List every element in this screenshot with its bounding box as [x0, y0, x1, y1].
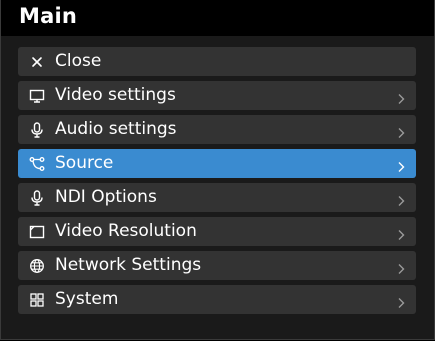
menu-item-network-settings[interactable]: Network Settings	[18, 251, 416, 280]
chevron-right-icon	[397, 294, 405, 308]
menu-item-video-resolution[interactable]: Video Resolution	[18, 217, 416, 246]
menu-list: Close Video settings Audio settings Sour…	[18, 47, 416, 319]
menu-item-source[interactable]: Source	[18, 149, 416, 178]
globe-icon	[29, 258, 45, 274]
title-bar: Main	[1, 0, 434, 36]
menu-item-label: Network Settings	[55, 255, 202, 275]
chevron-right-icon	[397, 158, 405, 172]
menu-item-close[interactable]: Close	[18, 47, 416, 76]
chevron-right-icon	[397, 124, 405, 138]
menu-item-label: Video Resolution	[55, 221, 197, 241]
resolution-icon	[29, 224, 45, 240]
grid-icon	[29, 292, 45, 308]
microphone-icon	[29, 122, 45, 138]
menu-item-label: System	[55, 289, 119, 309]
main-menu-panel: Main Close Video settings Audio settings…	[0, 0, 435, 340]
menu-item-label: Video settings	[55, 85, 176, 105]
menu-item-video-settings[interactable]: Video settings	[18, 81, 416, 110]
menu-item-system[interactable]: System	[18, 285, 416, 314]
chevron-right-icon	[397, 226, 405, 240]
monitor-icon	[29, 88, 45, 104]
close-icon	[29, 54, 45, 70]
menu-item-label: Audio settings	[55, 119, 177, 139]
menu-item-label: Close	[55, 51, 102, 71]
menu-item-audio-settings[interactable]: Audio settings	[18, 115, 416, 144]
chevron-right-icon	[397, 260, 405, 274]
microphone-icon	[29, 190, 45, 206]
chevron-right-icon	[397, 90, 405, 104]
menu-item-label: NDI Options	[55, 187, 157, 207]
chevron-right-icon	[397, 192, 405, 206]
page-title: Main	[19, 4, 78, 28]
menu-item-ndi-options[interactable]: NDI Options	[18, 183, 416, 212]
menu-item-label: Source	[55, 153, 114, 173]
source-branch-icon	[29, 156, 45, 172]
